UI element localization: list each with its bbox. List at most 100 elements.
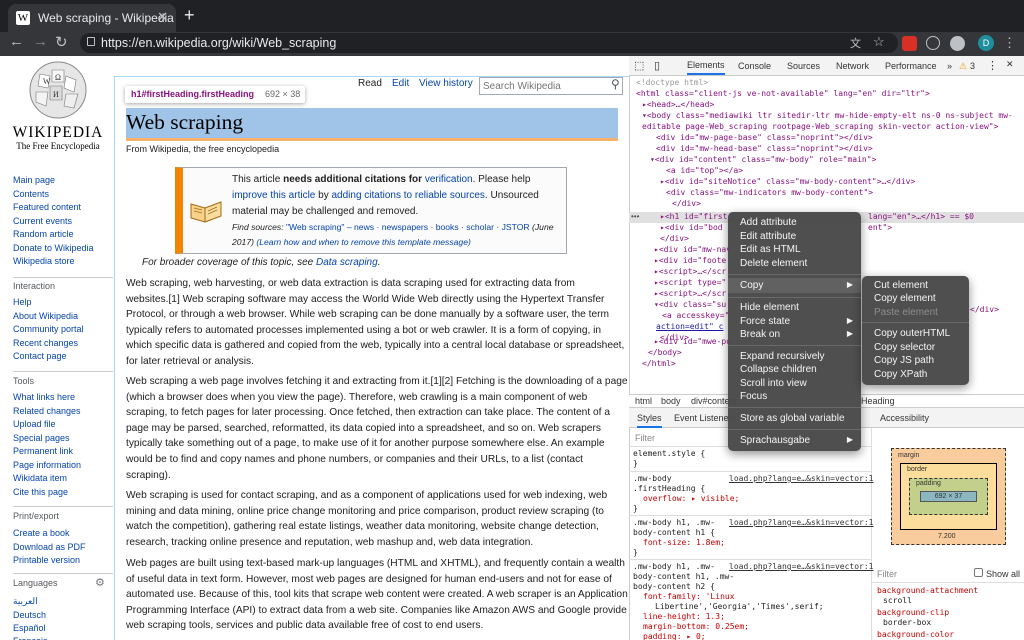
tab-edit[interactable]: Edit (392, 78, 409, 89)
sidebar-item-contact[interactable]: Contact page (13, 351, 67, 361)
sidebar-item-community[interactable]: Community portal (13, 324, 84, 334)
tab-sources[interactable]: Sources (787, 61, 820, 71)
dom-line[interactable]: ▸<script>…</scr (654, 267, 726, 276)
menu-item-copy-outerhtml[interactable]: Copy outerHTML (874, 328, 950, 339)
dom-line[interactable]: <a accesskey=" (662, 311, 729, 320)
device-toolbar-icon[interactable]: ▯ (654, 59, 660, 72)
style-rule[interactable]: .mw-body load.php?lang=e…&skin=vector:1 (633, 474, 874, 483)
sidebar-item-permanent-link[interactable]: Permanent link (13, 446, 73, 456)
menu-item-copy-selector[interactable]: Copy selector (874, 342, 935, 353)
dom-line[interactable]: ▾<div class="su (654, 300, 726, 309)
sidebar-item-upload[interactable]: Upload file (13, 419, 56, 429)
computed-property[interactable]: background-attachment (877, 586, 978, 595)
sidebar-item-current-events[interactable]: Current events (13, 216, 72, 226)
dom-line[interactable]: </body> (648, 348, 682, 357)
language-settings-gear-icon[interactable]: ⚙ (95, 576, 105, 589)
menu-item-sprachausgabe[interactable]: Sprachausgabe (740, 435, 810, 446)
dom-line[interactable]: ▸<div id="bod (660, 223, 723, 232)
sidebar-item-about[interactable]: About Wikipedia (13, 311, 78, 321)
tab-network[interactable]: Network (836, 61, 869, 71)
devtools-close-icon[interactable]: ✕ (1006, 59, 1014, 70)
style-rule[interactable]: .mw-body h1, .mw-load.php?lang=e…&skin=v… (633, 518, 874, 527)
wikipedia-wordmark[interactable]: WIKIPEDIA (12, 124, 104, 142)
crumb-html[interactable]: html (635, 396, 652, 406)
sidebar-item-page-info[interactable]: Page information (13, 460, 81, 470)
sidebar-item-random[interactable]: Random article (13, 229, 74, 239)
back-icon[interactable]: ← (9, 33, 24, 50)
tab-event-listeners[interactable]: Event Listeners (674, 413, 736, 423)
translate-icon[interactable]: 文 (850, 35, 861, 51)
menu-item-paste-element[interactable]: Paste element (874, 307, 938, 318)
dom-line[interactable]: ▸<head>…</head> (642, 100, 714, 109)
dom-line[interactable]: ▾<div id="content" class="mw-body" role=… (650, 155, 876, 164)
menu-item-store-global[interactable]: Store as global variable (740, 413, 845, 424)
forward-icon[interactable]: → (33, 33, 48, 50)
extension-red-icon[interactable] (902, 36, 917, 51)
menu-item-scroll-into-view[interactable]: Scroll into view (740, 378, 807, 389)
css-property[interactable]: font-size: 1.8em; (643, 538, 725, 547)
menu-item-expand-recursively[interactable]: Expand recursively (740, 351, 824, 362)
element-style-rule[interactable]: element.style { (633, 449, 705, 458)
bookmark-star-icon[interactable]: ☆ (873, 34, 885, 50)
search-icon[interactable]: ⚲ (611, 77, 620, 91)
computed-property[interactable]: background-clip (877, 608, 949, 617)
more-tabs-icon[interactable]: » (947, 61, 952, 71)
stylesheet-link[interactable]: load.php?lang=e…&skin=vector:1 (729, 562, 874, 571)
dom-line[interactable]: ▸<script type=" (654, 278, 726, 287)
css-property[interactable]: overflow: ▸ visible; (643, 494, 739, 503)
data-scraping-link[interactable]: Data scraping (316, 257, 378, 268)
language-link-deutsch[interactable]: Deutsch (13, 610, 46, 620)
sidebar-item-wikidata[interactable]: Wikidata item (13, 473, 67, 483)
show-all-checkbox[interactable] (974, 568, 983, 577)
tab-accessibility[interactable]: Accessibility (880, 413, 929, 423)
sidebar-item-special-pages[interactable]: Special pages (13, 433, 70, 443)
sidebar-item-cite[interactable]: Cite this page (13, 487, 68, 497)
dom-line[interactable]: ▸<div id="mwe-po (654, 337, 731, 346)
dom-line[interactable]: ▸<div id="foote (654, 256, 726, 265)
sidebar-item-donate[interactable]: Donate to Wikipedia (13, 243, 94, 253)
row-ellipsis-icon[interactable]: ••• (631, 212, 639, 221)
styles-filter-input[interactable]: Filter (635, 433, 655, 443)
tab-performance[interactable]: Performance (885, 61, 937, 71)
menu-item-copy[interactable]: Copy (740, 280, 763, 291)
dom-line[interactable]: <html class="client-js ve-not-available"… (636, 89, 930, 98)
sidebar-item-printable[interactable]: Printable version (13, 555, 80, 565)
tab-view-history[interactable]: View history (419, 78, 473, 89)
sidebar-item-download-pdf[interactable]: Download as PDF (13, 542, 86, 552)
crumb-heading[interactable]: Heading (861, 396, 895, 406)
menu-item-copy-js-path[interactable]: Copy JS path (874, 355, 934, 366)
menu-item-copy-xpath[interactable]: Copy XPath (874, 369, 927, 380)
tab-elements[interactable]: Elements (687, 60, 725, 75)
dom-line-h1[interactable]: ▸<h1 id="first (660, 212, 727, 221)
sidebar-item-recent-changes[interactable]: Recent changes (13, 338, 78, 348)
stylesheet-link[interactable]: load.php?lang=e…&skin=vector:1 (729, 474, 874, 483)
sidebar-item-featured[interactable]: Featured content (13, 202, 81, 212)
style-rule[interactable]: .mw-body h1, .mw-load.php?lang=e…&skin=v… (633, 562, 874, 571)
inspect-element-icon[interactable]: ⬚ (634, 59, 644, 72)
language-link-espanol[interactable]: Español (13, 623, 46, 633)
dom-line[interactable]: ▾<body class="mediawiki ltr sitedir-ltr … (642, 111, 1013, 120)
language-link-arabic[interactable]: العربية (13, 596, 38, 607)
dom-line[interactable]: <div id="mw-page-base" class="noprint"><… (656, 133, 873, 142)
computed-filter-input[interactable]: Filter Show all (871, 565, 1024, 583)
dom-line-tail[interactable]: </div> (970, 305, 999, 314)
extension-gray-icon[interactable] (950, 36, 965, 51)
browser-tab[interactable]: W Web scraping - Wikipedia ✕ (8, 4, 176, 32)
dom-line[interactable]: ▸<div id="mw-nav (654, 245, 731, 254)
menu-item-add-attribute[interactable]: Add attribute (740, 217, 797, 228)
tab-close-icon[interactable]: ✕ (157, 9, 168, 25)
language-link-francais[interactable]: Français (13, 636, 48, 640)
menu-item-force-state[interactable]: Force state (740, 316, 790, 327)
css-property[interactable]: line-height: 1.3; (643, 612, 725, 621)
menu-item-edit-as-html[interactable]: Edit as HTML (740, 244, 801, 255)
dom-line[interactable]: </div> (672, 199, 701, 208)
sidebar-item-what-links[interactable]: What links here (13, 392, 75, 402)
computed-property[interactable]: background-color (877, 630, 954, 639)
address-bar[interactable]: https://en.wikipedia.org/wiki/Web_scrapi… (80, 33, 898, 53)
new-tab-icon[interactable]: + (184, 5, 195, 26)
search-input[interactable] (479, 77, 623, 95)
menu-item-edit-attribute[interactable]: Edit attribute (740, 231, 796, 242)
menu-item-break-on[interactable]: Break on (740, 329, 780, 340)
menu-item-hide-element[interactable]: Hide element (740, 302, 799, 313)
stylesheet-link[interactable]: load.php?lang=e…&skin=vector:1 (729, 518, 874, 527)
